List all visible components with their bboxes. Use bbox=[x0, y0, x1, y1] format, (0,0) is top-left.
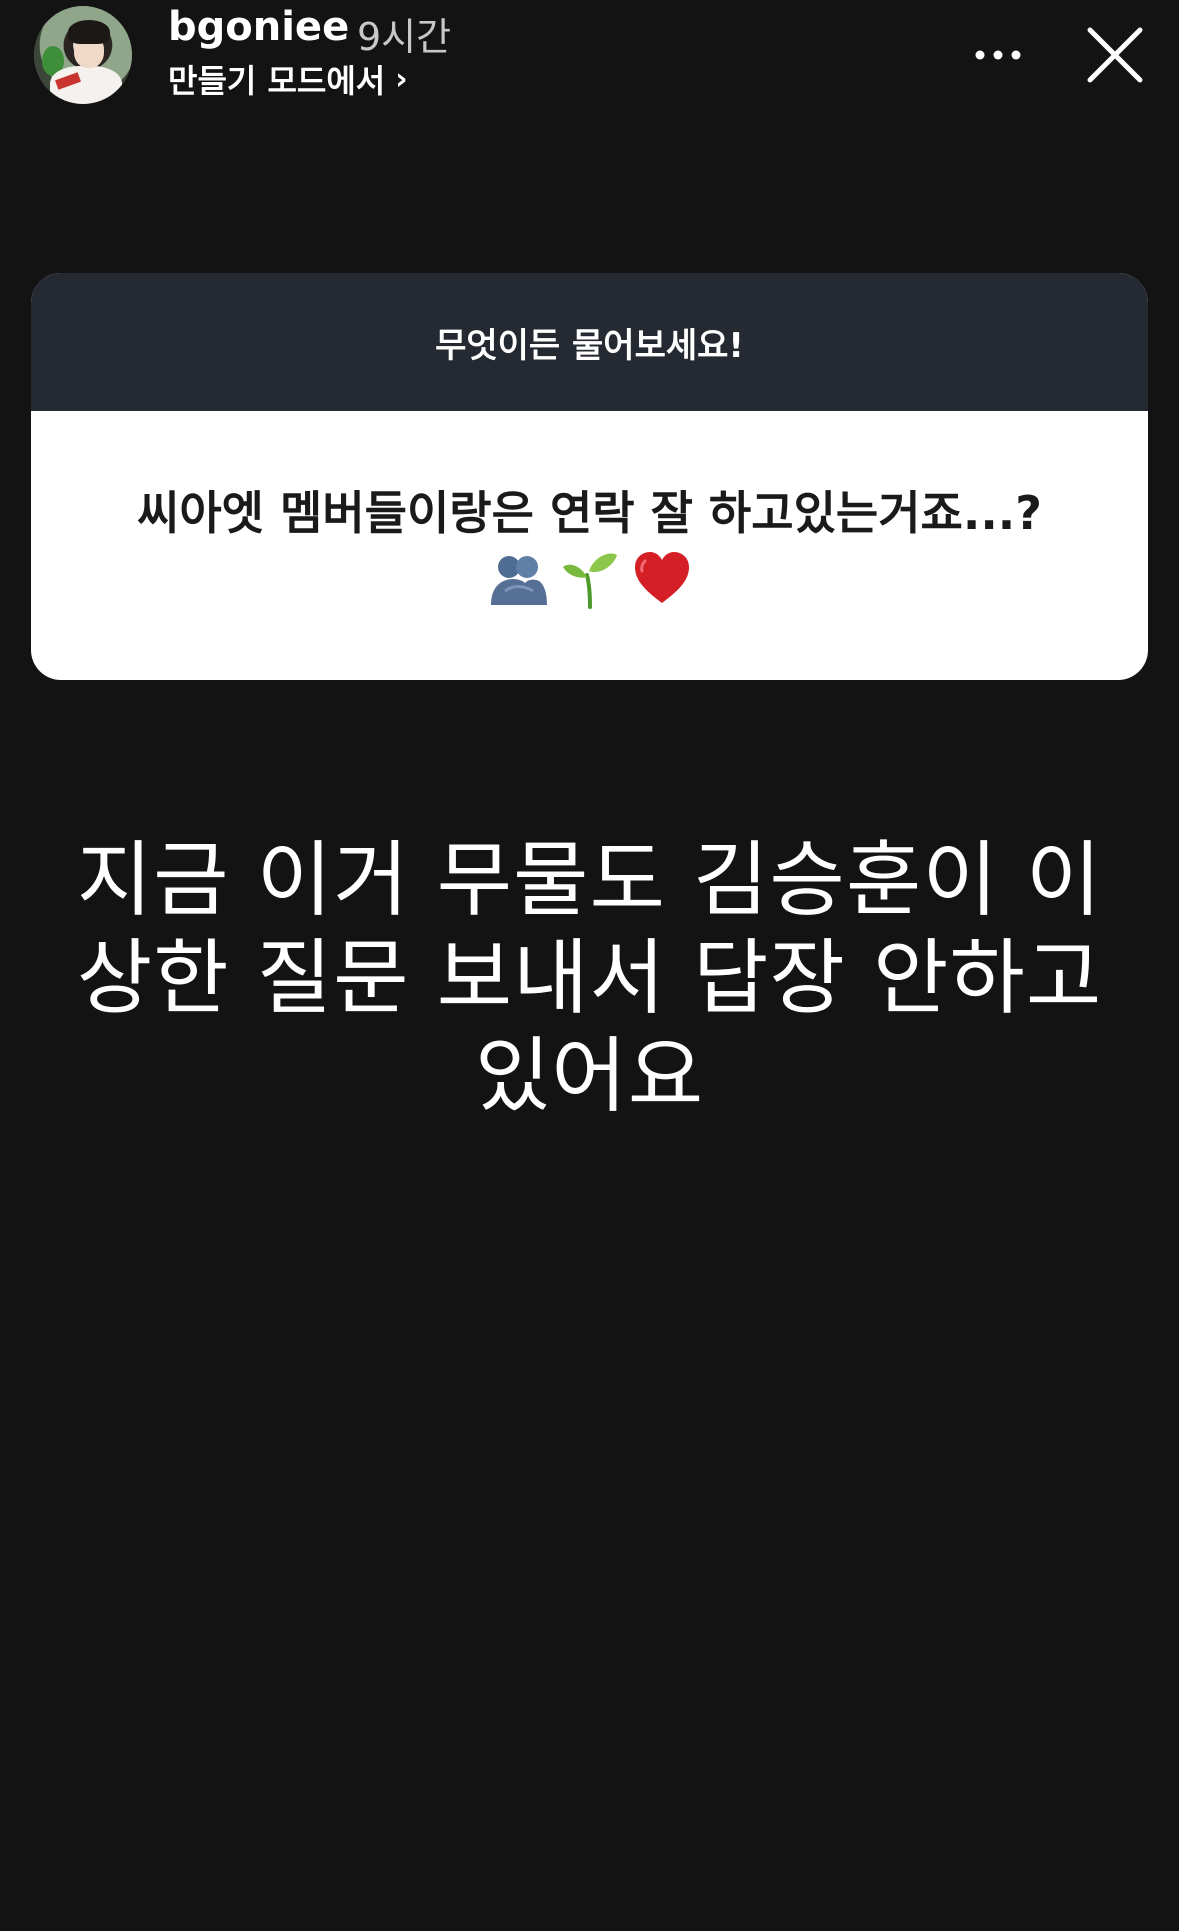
question-emojis bbox=[487, 545, 693, 611]
time-ago-label: 9시간 bbox=[357, 15, 452, 59]
question-sticker-body: 씨아엣 멤버들이랑은 연락 잘 하고있는거죠...? bbox=[31, 411, 1148, 680]
close-icon bbox=[1087, 27, 1143, 83]
question-sticker-header: 무엇이든 물어보세요! bbox=[31, 273, 1148, 411]
profile-avatar[interactable] bbox=[34, 6, 132, 104]
answer-text: 지금 이거 무물도 김승훈이 이상한 질문 보내서 답장 안하고 있어요 bbox=[76, 833, 1103, 1124]
close-button[interactable] bbox=[1078, 18, 1152, 92]
seedling-icon bbox=[559, 547, 621, 609]
more-options-button[interactable] bbox=[968, 30, 1028, 80]
question-prompt: 무엇이든 물어보세요! bbox=[435, 325, 744, 366]
question-sticker[interactable]: 무엇이든 물어보세요! 씨아엣 멤버들이랑은 연락 잘 하고있는거죠...? bbox=[31, 273, 1148, 680]
more-dots-icon bbox=[975, 50, 1021, 60]
question-text: 씨아엣 멤버들이랑은 연락 잘 하고있는거죠...? bbox=[137, 485, 1042, 540]
username-label[interactable]: bgoniee bbox=[168, 4, 349, 50]
story-header: bgoniee 9시간 만들기 모드에서 › bbox=[0, 0, 1179, 120]
red-heart-icon bbox=[631, 547, 693, 609]
create-mode-link[interactable]: 만들기 모드에서 › bbox=[168, 56, 408, 102]
people-hugging-icon bbox=[487, 547, 549, 609]
create-mode-label: 만들기 모드에서 bbox=[168, 62, 386, 100]
chevron-right-icon: › bbox=[395, 61, 408, 97]
